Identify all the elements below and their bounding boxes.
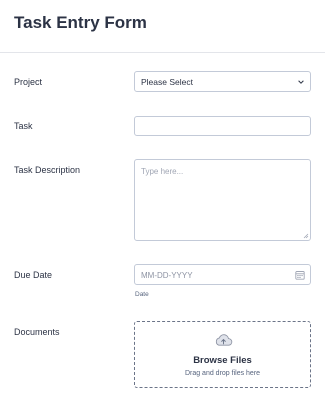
due-date-sublabel: Date [135, 291, 149, 298]
project-select[interactable]: Please Select [134, 71, 311, 92]
task-input[interactable] [134, 116, 311, 136]
task-description-label: Task Description [14, 165, 81, 175]
cloud-upload-icon [215, 334, 233, 346]
task-description-textarea[interactable]: Type here... [134, 159, 311, 241]
drag-drop-hint: Drag and drop files here [184, 370, 261, 377]
task-description-placeholder: Type here... [141, 167, 184, 176]
browse-files-button[interactable]: Browse Files [135, 355, 310, 366]
due-date-input[interactable]: MM-DD-YYYY [134, 264, 311, 285]
due-date-placeholder: MM-DD-YYYY [141, 271, 193, 280]
file-upload-dropzone[interactable]: Browse Files Drag and drop files here [134, 321, 311, 388]
resize-handle-icon[interactable] [303, 233, 309, 239]
task-label: Task [14, 121, 33, 131]
project-select-value: Please Select [141, 77, 193, 87]
form-header: Task Entry Form [0, 0, 325, 53]
due-date-label: Due Date [14, 270, 53, 280]
page-title: Task Entry Form [14, 13, 147, 32]
documents-label: Documents [14, 327, 60, 337]
chevron-down-icon [298, 80, 304, 84]
calendar-icon[interactable] [295, 270, 305, 280]
project-label: Project [14, 77, 43, 87]
